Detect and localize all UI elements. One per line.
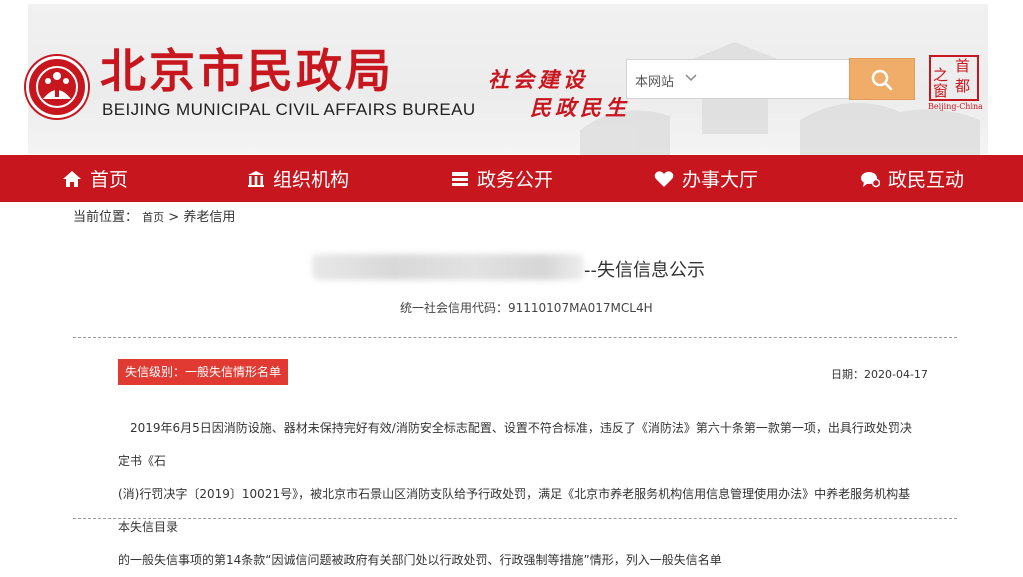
publish-date: 日期：2020-04-17 [831, 368, 928, 381]
article-body-line: 的一般失信事项的第14条款“因诚信问题被政府有关部门处以行政处罚、行政强制等措施… [118, 553, 722, 567]
breadcrumb-home-link[interactable]: 首页 [142, 211, 164, 224]
nav-item-label: 组织机构 [273, 169, 350, 191]
badge-char-zhi: 之 [933, 66, 949, 84]
nav-item-label: 政民互动 [888, 169, 965, 191]
search-button[interactable] [849, 58, 915, 100]
nav-item-public-interaction[interactable]: 政民互动 [860, 155, 964, 202]
badge-char-shou: 首 [955, 57, 971, 75]
bureau-emblem-logo[interactable] [26, 56, 88, 118]
search-input[interactable] [696, 61, 846, 97]
article-body-line: 2019年6月5日因消防设施、器材未保持完好有效/消防安全标志配置、设置不符合标… [118, 421, 912, 468]
breadcrumb-separator: > [168, 210, 180, 225]
credit-code: 统一社会信用代码：91110107MA017MCL4H [400, 301, 653, 315]
divider [73, 518, 957, 519]
article-title: --失信信息公示 [584, 260, 705, 281]
building-icon [248, 170, 264, 187]
article-body: 2019年6月5日因消防设施、器材未保持完好有效/消防安全标志配置、设置不符合标… [118, 412, 918, 577]
nav-item-home[interactable]: 首页 [62, 155, 128, 202]
nav-item-label: 政务公开 [477, 169, 554, 191]
site-header: 北京市民政局 BEIJING MUNICIPAL CIVIL AFFAIRS B… [0, 0, 1023, 155]
slogan-line-1: 社会建设 [488, 67, 588, 92]
search-icon [871, 69, 893, 91]
redacted-institution-name [312, 254, 584, 280]
search-scope-label: 本网站 [635, 75, 675, 90]
chat-icon [861, 171, 880, 187]
breadcrumb-current: 养老信用 [183, 210, 236, 225]
badge-char-du: 都 [955, 77, 971, 95]
slogan-line-2: 民政民生 [530, 95, 630, 120]
nav-item-label: 办事大厅 [682, 169, 759, 191]
nav-item-organization[interactable]: 组织机构 [247, 155, 349, 202]
article-body-line: (消)行罚决字〔2019〕10021号》，被北京市石景山区消防支队给予行政处罚，… [118, 487, 911, 534]
capital-window-badge[interactable]: 之 首 都 窗 Beijing-China [928, 55, 983, 111]
badge-char-chuang: 窗 [933, 82, 949, 100]
document-icon [452, 171, 468, 186]
breadcrumb: 当前位置： 首页 > 养老信用 [73, 206, 235, 225]
credit-level-badge: 失信级别：一般失信情形名单 [118, 359, 288, 385]
breadcrumb-prefix: 当前位置： [73, 210, 139, 225]
nav-item-label: 首页 [90, 169, 129, 191]
home-icon [63, 170, 81, 187]
site-title: 北京市民政局 [100, 44, 394, 98]
site-title-english: BEIJING MUNICIPAL CIVIL AFFAIRS BUREAU [102, 100, 476, 119]
nav-item-service-hall[interactable]: 办事大厅 [654, 155, 758, 202]
divider [73, 337, 957, 338]
badge-caption: Beijing-China [928, 102, 983, 111]
main-nav: 首页 组织机构 政务公开 办事大厅 政民互动 [0, 155, 1023, 202]
heart-icon [654, 170, 674, 187]
nav-item-government-affairs[interactable]: 政务公开 [451, 155, 553, 202]
